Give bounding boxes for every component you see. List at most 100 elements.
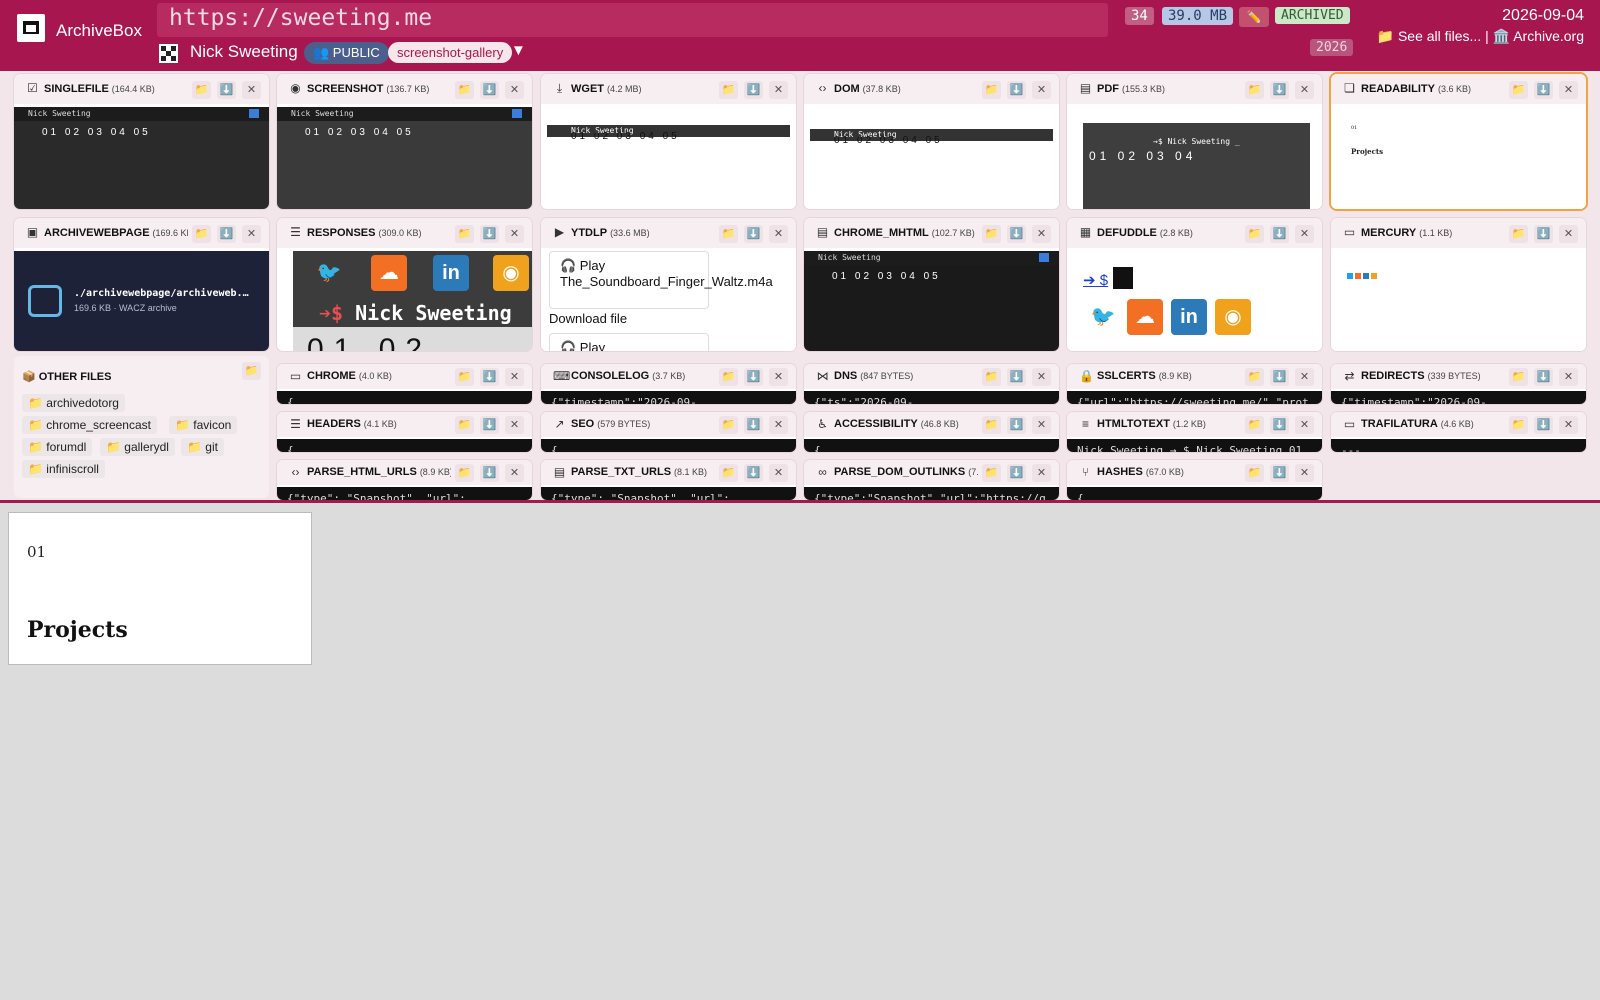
output-preview-text[interactable]: Nick Sweeting → $ Nick Sweeting 01 … <box>1067 439 1322 452</box>
download-button[interactable]: ⬇️ <box>744 416 763 434</box>
folder-chip[interactable]: 📁 chrome_screencast <box>22 416 157 434</box>
open-folder-button[interactable]: 📁 <box>982 225 1001 243</box>
download-button[interactable]: ⬇️ <box>744 81 763 99</box>
download-button[interactable]: ⬇️ <box>1007 368 1026 386</box>
close-button[interactable]: ✕ <box>1032 464 1051 482</box>
card-chrome[interactable]: ▭ CHROME (4.0 KB) 📁 ⬇️ ✕ {… <box>277 364 532 404</box>
download-button[interactable]: ⬇️ <box>1270 368 1289 386</box>
card-screenshot[interactable]: ◉ SCREENSHOT (136.7 KB) 📁 ⬇️ ✕ Nick Sweeting… <box>277 74 532 209</box>
download-button[interactable]: ⬇️ <box>1270 81 1289 99</box>
download-button[interactable]: ⬇️ <box>1534 416 1553 434</box>
open-folder-button[interactable]: 📁 <box>455 368 474 386</box>
output-preview-text[interactable]: {"type": "Snapshot", "url": … <box>541 487 796 500</box>
expand-toggle[interactable]: ▼ <box>511 42 526 59</box>
close-button[interactable]: ✕ <box>1032 81 1051 99</box>
close-button[interactable]: ✕ <box>1559 225 1578 243</box>
tag-badge[interactable]: screenshot-gallery <box>388 42 513 63</box>
folder-chip[interactable]: 📁 favicon <box>169 416 238 434</box>
open-folder-button[interactable]: 📁 <box>242 362 261 380</box>
open-folder-button[interactable]: 📁 <box>455 81 474 99</box>
close-button[interactable]: ✕ <box>1295 81 1314 99</box>
open-folder-button[interactable]: 📁 <box>719 416 738 434</box>
card-parse-dom-outlinks[interactable]: ∞PARSE_DOM_OUTLINKS(7.4 KB)📁⬇️✕{"type":"… <box>804 460 1059 500</box>
open-folder-button[interactable]: 📁 <box>982 81 1001 99</box>
card-consolelog[interactable]: ⌨ CONSOLELOG (3.7 KB) 📁 ⬇️ ✕ {"timestamp":"202… <box>541 364 796 404</box>
card-dns[interactable]: ⋈ DNS (847 BYTES) 📁 ⬇️ ✕ {"ts":"2026-09-… <box>804 364 1059 404</box>
download-button[interactable]: ⬇️ <box>1270 464 1289 482</box>
download-button[interactable]: ⬇️ <box>1007 464 1026 482</box>
card-chrome-mhtml[interactable]: ▤ CHROME_MHTML (102.7 KB) 📁 ⬇️ ✕ Nick Sweeti… <box>804 218 1059 351</box>
open-folder-button[interactable]: 📁 <box>455 225 474 243</box>
open-folder-button[interactable]: 📁 <box>1245 368 1264 386</box>
close-button[interactable]: ✕ <box>769 464 788 482</box>
open-folder-button[interactable]: 📁 <box>982 416 1001 434</box>
close-button[interactable]: ✕ <box>1559 368 1578 386</box>
close-button[interactable]: ✕ <box>1559 416 1578 434</box>
card-responses[interactable]: ☰ RESPONSES (309.0 KB) 📁 ⬇️ ✕ 🐦 ☁ in ◉ ➔$ Ni… <box>277 218 532 351</box>
close-button[interactable]: ✕ <box>505 368 524 386</box>
output-preview-text[interactable]: {"url":"https://sweeting.me/","prot… <box>1067 391 1322 404</box>
output-preview-text[interactable]: {"ts":"2026-09-… <box>804 391 1059 404</box>
card-trafilatura[interactable]: ▭ TRAFILATURA (4.6 KB) 📁 ⬇️ ✕ ---… <box>1331 412 1586 452</box>
download-button[interactable]: ⬇️ <box>217 225 236 243</box>
see-all-files-link[interactable]: 📁 See all files... <box>1377 28 1482 44</box>
download-button[interactable]: ⬇️ <box>1270 225 1289 243</box>
open-folder-button[interactable]: 📁 <box>192 81 211 99</box>
close-button[interactable]: ✕ <box>769 368 788 386</box>
download-button[interactable]: ⬇️ <box>217 81 236 99</box>
download-button[interactable]: ⬇️ <box>1534 225 1553 243</box>
download-button[interactable]: ⬇️ <box>480 416 499 434</box>
open-folder-button[interactable]: 📁 <box>719 368 738 386</box>
card-mercury[interactable]: ▭ MERCURY (1.1 KB) 📁 ⬇️ ✕ <box>1331 218 1586 351</box>
card-dom[interactable]: ‹› DOM (37.8 KB) 📁 ⬇️ ✕ Nick Sweeting 01 02 0… <box>804 74 1059 209</box>
download-file-link[interactable]: Download file <box>549 311 627 326</box>
open-folder-button[interactable]: 📁 <box>455 464 474 482</box>
folder-chip[interactable]: 📁 archivedotorg <box>22 394 125 412</box>
close-button[interactable]: ✕ <box>769 81 788 99</box>
output-preview-text[interactable]: ---… <box>1331 439 1586 452</box>
card-redirects[interactable]: ⇄ REDIRECTS (339 BYTES) 📁 ⬇️ ✕ {"timestamp":"2… <box>1331 364 1586 404</box>
snapshot-url[interactable]: https://sweeting.me <box>157 3 1108 37</box>
brand-name[interactable]: ArchiveBox <box>56 21 142 41</box>
output-preview-text[interactable]: {… <box>541 439 796 452</box>
close-button[interactable]: ✕ <box>1295 416 1314 434</box>
open-folder-button[interactable]: 📁 <box>1509 368 1528 386</box>
card-sslcerts[interactable]: 🔒 SSLCERTS (8.9 KB) 📁 ⬇️ ✕ {"url":"https://swe… <box>1067 364 1322 404</box>
output-preview-text[interactable]: {… <box>1067 487 1322 500</box>
download-button[interactable]: ⬇️ <box>1007 81 1026 99</box>
archivebox-logo[interactable] <box>17 14 45 42</box>
close-button[interactable]: ✕ <box>242 81 261 99</box>
folder-chip[interactable]: 📁 gallerydl <box>100 438 175 456</box>
close-button[interactable]: ✕ <box>505 225 524 243</box>
folder-chip[interactable]: 📁 git <box>181 438 224 456</box>
media-item[interactable]: 🎧 Play The_Soundboard_Finger_Waltz.m4a <box>549 251 773 309</box>
output-preview-text[interactable]: {… <box>277 391 532 404</box>
folder-chip[interactable]: 📁 forumdl <box>22 438 93 456</box>
close-button[interactable]: ✕ <box>1295 225 1314 243</box>
card-ytdlp[interactable]: ▶ YTDLP (33.6 MB) 📁 ⬇️ ✕ 🎧 Play The_Soundboa… <box>541 218 796 351</box>
open-folder-button[interactable]: 📁 <box>982 368 1001 386</box>
download-button[interactable]: ⬇️ <box>1270 416 1289 434</box>
download-button[interactable]: ⬇️ <box>1534 81 1553 99</box>
open-folder-button[interactable]: 📁 <box>1509 416 1528 434</box>
close-button[interactable]: ✕ <box>1032 225 1051 243</box>
close-button[interactable]: ✕ <box>1032 416 1051 434</box>
download-button[interactable]: ⬇️ <box>1007 225 1026 243</box>
output-preview-text[interactable]: {"timestamp":"2026-09-… <box>1331 391 1586 404</box>
download-button[interactable]: ⬇️ <box>480 368 499 386</box>
card-wget[interactable]: ⤓ WGET (4.2 MB) 📁 ⬇️ ✕ Nick Sweeting 01 02 03… <box>541 74 796 209</box>
singlefile-preview[interactable]: Nick Sweeting 01 02 03 04 05 <box>14 107 269 209</box>
close-button[interactable]: ✕ <box>505 416 524 434</box>
close-button[interactable]: ✕ <box>769 225 788 243</box>
open-folder-button[interactable]: 📁 <box>982 464 1001 482</box>
download-button[interactable]: ⬇️ <box>744 464 763 482</box>
card-pdf[interactable]: ▤ PDF (155.3 KB) 📁 ⬇️ ✕ →$ Nick Sweeting _ 01… <box>1067 74 1322 209</box>
wacz-preview[interactable]: ./archivewebpage/archiveweb... 169.6 KB ·… <box>14 251 269 351</box>
card-readability[interactable]: ❏ READABILITY (3.6 KB) 📁 ⬇️ ✕ 01 Projects <box>1331 74 1586 209</box>
close-button[interactable]: ✕ <box>1559 81 1578 99</box>
output-preview-text[interactable]: {"type":"Snapshot","url":"https://q… <box>804 487 1059 500</box>
pdf-preview[interactable]: →$ Nick Sweeting _ 01 02 03 04 <box>1083 123 1310 209</box>
output-preview-text[interactable]: {… <box>804 439 1059 452</box>
download-button[interactable]: ⬇️ <box>1007 416 1026 434</box>
download-button[interactable]: ⬇️ <box>744 225 763 243</box>
